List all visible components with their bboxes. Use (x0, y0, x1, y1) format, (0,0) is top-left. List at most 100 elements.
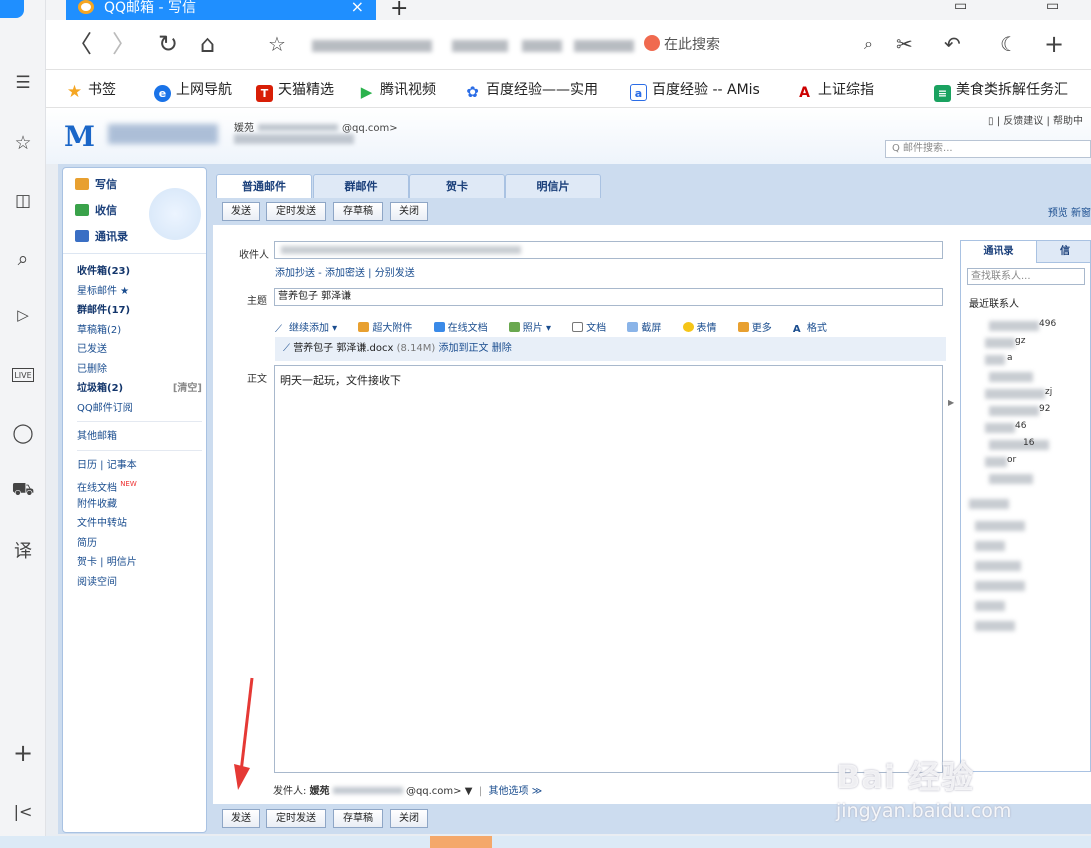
add-attachment-button[interactable]: ⟋ 继续添加 ▾ (275, 323, 346, 335)
body-editor[interactable]: 明天一起玩，文件接收下 (274, 365, 943, 773)
recipient-field[interactable] (274, 241, 943, 259)
preview-link[interactable]: 预览 新窗 (1048, 204, 1091, 219)
sidebar-item-reading[interactable]: 阅读空间 (77, 573, 202, 593)
contact-item[interactable]: zj (1045, 387, 1052, 397)
add-icon[interactable]: + (8, 738, 38, 768)
contact-item[interactable]: 16 (1023, 438, 1034, 448)
top-links[interactable]: ▯ | 反馈建议 | 帮助中 (988, 112, 1083, 127)
large-attachment-button[interactable]: 超大附件 (358, 322, 421, 334)
save-draft-button[interactable]: 存草稿 (333, 202, 383, 221)
close-button[interactable]: 关闭 (390, 202, 428, 221)
add-to-body-link[interactable]: 添加到正文 (439, 343, 489, 354)
sidebar-item-calendar[interactable]: 日历 | 记事本 (77, 456, 202, 476)
tab-contacts[interactable]: 通讯录 (961, 241, 1037, 263)
more-button[interactable]: 更多 (737, 322, 781, 334)
reader-icon[interactable]: ☰ (8, 68, 38, 98)
reload-icon[interactable]: ↻ (158, 30, 178, 58)
cc-links[interactable]: 添加抄送 - 添加密送 | 分别发送 (275, 264, 415, 279)
contact-search-input[interactable]: 查找联系人... (967, 268, 1085, 285)
cut-icon[interactable]: ✂ (896, 30, 913, 58)
sidebar-item-deleted[interactable]: 已删除 (77, 360, 202, 380)
format-button[interactable]: A 格式 (793, 323, 836, 335)
search-suggestion[interactable]: 在此搜索 (644, 34, 720, 54)
sidebar-item-other-mailboxes[interactable]: 其他邮箱 (77, 427, 202, 447)
mail-search-input[interactable]: Q 邮件搜索... (885, 140, 1091, 158)
timed-send-button[interactable]: 定时发送 (266, 202, 326, 221)
contact-item[interactable]: a (1007, 353, 1013, 363)
contact-item[interactable]: 496 (1039, 319, 1056, 329)
save-draft-button-bottom[interactable]: 存草稿 (333, 809, 383, 828)
sidebar-item-inbox[interactable]: 收件箱(23) (77, 262, 202, 282)
tab-letters[interactable]: 信 (1045, 241, 1085, 263)
browser-tab[interactable]: QQ邮箱 - 写信 × (66, 0, 376, 20)
browser-logo-icon[interactable] (0, 0, 24, 18)
close-button-bottom[interactable]: 关闭 (390, 809, 428, 828)
screenshot-button[interactable]: 截屏 (627, 322, 670, 334)
bookmark-item[interactable]: ★ 书签 (66, 79, 116, 101)
bookmark-item[interactable]: e 上网导航 (154, 79, 232, 102)
sidebar-item-attachments[interactable]: 附件收藏 (77, 495, 202, 515)
sidebar-item-drafts[interactable]: 草稿箱(2) (77, 321, 202, 341)
emoji-button[interactable]: 表情 (682, 322, 726, 334)
sender-dropdown[interactable]: @qq.com> ▼ (406, 786, 472, 797)
video-icon[interactable]: ▷ (8, 300, 38, 330)
contact-item[interactable]: 46 (1015, 421, 1026, 431)
sidebar-item-subscriptions[interactable]: QQ邮件订阅 (77, 399, 202, 419)
bookmark-item[interactable]: ✿ 百度经验——实用 (464, 79, 598, 101)
bookmark-item[interactable]: a 百度经验 -- AMis (630, 79, 760, 101)
bookmark-item[interactable]: ▶ 腾讯视频 (358, 79, 436, 101)
photo-button[interactable]: 照片 ▾ (508, 322, 560, 334)
tab-postcard[interactable]: 明信片 (505, 174, 601, 198)
sender-name[interactable]: 媛苑 (310, 786, 330, 797)
undo-icon[interactable]: ↶ (944, 30, 961, 58)
tab-group-mail[interactable]: 群邮件 (313, 174, 409, 198)
delete-attachment-link[interactable]: 删除 (492, 343, 512, 354)
maximize-icon[interactable]: ▭ (1046, 0, 1059, 14)
document-button[interactable]: 文档 (572, 322, 615, 334)
timed-send-button-bottom[interactable]: 定时发送 (266, 809, 326, 828)
contact-item[interactable]: gz (1015, 336, 1025, 346)
sidebar-item-starred[interactable]: 星标邮件 ★ (77, 282, 202, 302)
book-icon[interactable]: ◫ (8, 186, 38, 216)
sidebar-item-group-mail[interactable]: 群邮件(17) (77, 301, 202, 321)
sidebar-item-cards[interactable]: 贺卡 | 明信片 (77, 553, 202, 573)
bookmark-item[interactable]: T 天猫精选 (256, 79, 334, 102)
contact-item[interactable]: or (1007, 455, 1016, 465)
new-tab-button[interactable]: + (390, 0, 408, 21)
contact-item[interactable]: 92 (1039, 404, 1050, 414)
favorites-icon[interactable]: ☆ (8, 128, 38, 158)
search-icon[interactable]: ⌕ (8, 244, 38, 274)
chat-icon[interactable]: ◯ (8, 418, 38, 448)
bookmark-star-icon[interactable]: ☆ (268, 30, 286, 58)
collapse-rail-icon[interactable]: |< (8, 796, 38, 826)
night-mode-icon[interactable]: ☾ (1000, 30, 1018, 58)
home-icon[interactable]: ⌂ (200, 30, 215, 58)
other-options-link[interactable]: 其他选项 ≫ (489, 786, 543, 797)
sidebar-item-sent[interactable]: 已发送 (77, 340, 202, 360)
send-button-bottom[interactable]: 发送 (222, 809, 260, 828)
sidebar-item-online-docs[interactable]: 在线文档 NEW (77, 475, 202, 495)
search-icon[interactable]: ⌕ (864, 30, 873, 58)
tab-greeting-card[interactable]: 贺卡 (409, 174, 505, 198)
contacts-link[interactable]: 通讯录 (75, 228, 128, 244)
send-button[interactable]: 发送 (222, 202, 260, 221)
forward-icon[interactable]: 〉 (112, 30, 136, 58)
tab-normal-mail[interactable]: 普通邮件 (216, 174, 312, 198)
online-doc-button[interactable]: 在线文档 (433, 322, 497, 334)
bookmark-item[interactable]: A 上证综指 (796, 79, 874, 102)
collapse-panel-icon[interactable]: ▶ (948, 398, 954, 407)
sidebar-item-spam[interactable]: 垃圾箱(2) [清空] (77, 379, 202, 399)
empty-spam-link[interactable]: [清空] (173, 379, 202, 399)
tab-close-icon[interactable]: × (351, 0, 364, 15)
minimize-icon[interactable]: ▭ (954, 0, 967, 14)
sidebar-item-resume[interactable]: 简历 (77, 534, 202, 554)
qq-mail-logo[interactable]: M (64, 120, 95, 153)
back-icon[interactable]: 〈 (68, 30, 92, 58)
live-icon[interactable]: LIVE (12, 368, 34, 382)
subject-field[interactable]: 营养包子 郭泽谦 (274, 288, 943, 306)
bookmark-item[interactable]: ≡ 美食类拆解任务汇 (934, 79, 1068, 102)
translate-icon[interactable]: 译 (8, 535, 38, 565)
sidebar-item-file-transfer[interactable]: 文件中转站 (77, 514, 202, 534)
cart-icon[interactable]: ⛟ (8, 476, 38, 506)
compose-link[interactable]: 写信 (75, 176, 117, 192)
